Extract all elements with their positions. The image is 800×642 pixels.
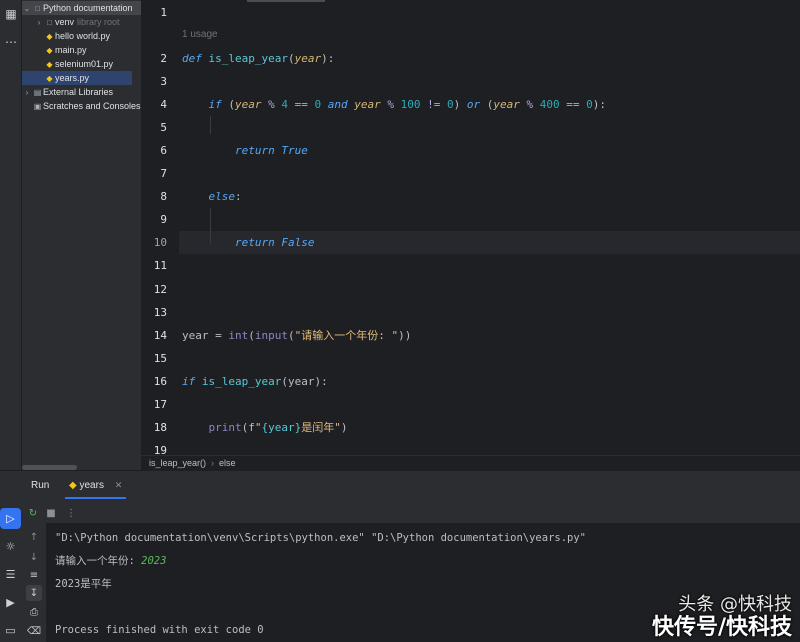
line-number: 9: [160, 213, 167, 226]
line-number: 6: [160, 144, 167, 157]
line-number: 7: [160, 167, 167, 180]
usage-hint[interactable]: 1 usage: [182, 29, 218, 40]
console-line: "D:\Python documentation\venv\Scripts\py…: [55, 532, 587, 544]
tree-item-hello-world[interactable]: ◆ hello world.py: [22, 29, 141, 43]
tree-item-label: External Libraries: [43, 87, 114, 97]
library-icon: ▤: [33, 88, 42, 97]
tree-item-label: selenium01.py: [55, 59, 114, 69]
console-line: 请输入一个年份: 2023: [55, 554, 166, 568]
line-number: 4: [160, 98, 167, 111]
line-number-current: 10: [153, 236, 167, 249]
line-number: 18: [153, 421, 167, 434]
breadcrumb-item[interactable]: else: [219, 458, 236, 468]
folder-icon: □: [35, 4, 40, 13]
tree-root[interactable]: ⌄ □ Python documentation: [22, 1, 141, 15]
print-icon[interactable]: ⎙: [26, 604, 42, 620]
tree-item-label: hello world.py: [55, 31, 111, 41]
run-tab-label: years: [79, 480, 104, 491]
line-number: 15: [153, 352, 167, 365]
tree-item-scratches[interactable]: ▣ Scratches and Consoles: [22, 99, 141, 113]
run-title: Run: [31, 480, 50, 491]
code-line-8: else:: [208, 190, 242, 203]
watermark-line: 快传号/快科技: [651, 615, 792, 640]
tree-item-label: Scratches and Consoles: [43, 101, 141, 111]
rerun-icon[interactable]: ↻: [25, 505, 41, 521]
tree-item-venv[interactable]: › □ venv library root: [22, 15, 141, 29]
terminal-icon[interactable]: ▭: [0, 620, 21, 641]
watermark-line: 头条 @快科技: [678, 594, 792, 615]
tree-item-external-libraries[interactable]: › ▤ External Libraries: [22, 85, 141, 99]
scroll-down-icon[interactable]: ↓: [26, 549, 42, 565]
chevron-right-icon: ›: [25, 88, 29, 97]
code-editor[interactable]: 1 1 usage 2 3 4 5 6 7 8 9 10 11 12 13 14…: [141, 0, 800, 455]
code-line-2: def is_leap_year(year):: [182, 52, 335, 65]
line-number: 2: [160, 52, 167, 65]
code-line-10: return False: [234, 236, 315, 249]
tree-item-label: venv: [55, 17, 75, 27]
scratches-icon: ▣: [33, 102, 42, 111]
library-root-hint: library root: [77, 17, 120, 27]
console-prompt: 请输入一个年份:: [55, 555, 142, 567]
console-line: 2023是平年: [55, 578, 112, 590]
tree-item-label: main.py: [55, 45, 87, 55]
line-number: 12: [153, 283, 167, 296]
python-file-icon: ◆: [46, 60, 53, 69]
line-number: 19: [153, 444, 167, 455]
line-number: 1: [160, 6, 167, 19]
tree-item-selenium01[interactable]: ◆ selenium01.py: [22, 57, 141, 71]
code-line-16: if is_leap_year(year):: [182, 375, 328, 388]
line-number: 16: [153, 375, 167, 388]
layers-icon[interactable]: ☰: [0, 564, 21, 585]
python-file-icon: ◆: [46, 32, 53, 41]
line-number: 14: [153, 329, 167, 342]
breadcrumb: is_leap_year() › else: [141, 455, 800, 470]
run-tool-icon[interactable]: ▷: [0, 508, 21, 529]
services-icon[interactable]: ▶: [0, 592, 21, 613]
tree-item-label: years.py: [55, 73, 90, 83]
console-user-input: 2023: [141, 555, 167, 567]
folder-icon: □: [47, 18, 52, 27]
trash-icon[interactable]: ⌫: [26, 623, 42, 639]
python-file-icon: ◆: [46, 46, 53, 55]
run-tab-years[interactable]: ◆ years ✕: [65, 477, 127, 499]
python-file-icon: ◆: [69, 480, 77, 491]
watermark: 头条 @快科技 快传号/快科技: [652, 594, 792, 640]
code-line-4: if (year % 4 == 0 and year % 100 != 0) o…: [208, 98, 607, 111]
scroll-to-end-icon[interactable]: ↧: [26, 585, 42, 601]
line-number: 17: [153, 398, 167, 411]
code-line-6: return True: [234, 144, 308, 157]
chevron-down-icon: ⌄: [23, 4, 31, 13]
chevron-right-icon: ›: [37, 18, 41, 27]
tree-item-years[interactable]: ◆ years.py: [22, 71, 132, 85]
code-line-14: year = int(input("请输入一个年份: ")): [182, 329, 412, 342]
line-number: 3: [160, 75, 167, 88]
stop-icon[interactable]: ■: [43, 505, 59, 521]
code-line-18: print(f"{year}是闰年"): [208, 421, 348, 434]
project-view-icon[interactable]: ▦: [1, 4, 21, 24]
tree-item-main[interactable]: ◆ main.py: [22, 43, 141, 57]
python-file-icon: ◆: [46, 74, 53, 83]
line-number: 8: [160, 190, 167, 203]
run-tool-window: Run ◆ years ✕ ▷ ☼ ☰ ▶ ▭ ↻ ■ ⋮ ↑ ↓ ≡ ↧ ⎙ …: [0, 470, 800, 642]
close-icon[interactable]: ✕: [115, 480, 123, 490]
run-header: Run ◆ years ✕: [0, 471, 800, 499]
more-tools-icon[interactable]: ⋯: [1, 32, 21, 52]
breadcrumb-separator-icon: ›: [211, 458, 215, 468]
editor-tab-indicator: [247, 0, 325, 2]
breadcrumb-item[interactable]: is_leap_year(): [149, 458, 206, 468]
line-number: 5: [160, 121, 167, 134]
console-line: Process finished with exit code 0: [55, 624, 264, 636]
indent-guide: [210, 116, 211, 134]
python-packages-icon[interactable]: ☼: [0, 536, 21, 557]
scroll-up-icon[interactable]: ↑: [26, 529, 42, 545]
tree-root-label: Python documentation: [43, 3, 133, 13]
project-tool-window: ⌄ □ Python documentation › □ venv library roo…: [22, 0, 141, 470]
line-number: 13: [153, 306, 167, 319]
more-options-icon[interactable]: ⋮: [63, 505, 79, 521]
soft-wrap-icon[interactable]: ≡: [26, 567, 42, 583]
line-number: 11: [153, 259, 167, 272]
